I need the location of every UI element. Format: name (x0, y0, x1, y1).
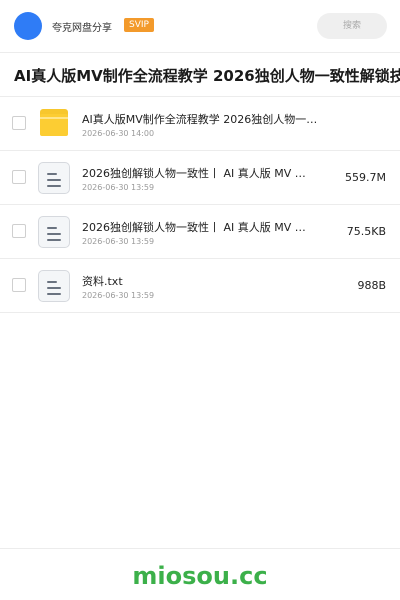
footer-divider (0, 548, 400, 549)
file-size: 988B (357, 279, 386, 292)
svip-badge: SVIP (124, 18, 154, 32)
file-row[interactable]: 资料.txt 2026-06-30 13:59 988B (0, 259, 400, 313)
file-row[interactable]: 2026独创解锁人物一致性丨 AI 真人版 MV … 2026-06-30 13… (0, 205, 400, 259)
account-name[interactable]: 夸克网盘分享 (52, 19, 112, 34)
file-date: 2026-06-30 13:59 (82, 237, 155, 246)
row-checkbox[interactable] (12, 170, 26, 184)
file-date: 2026-06-30 13:59 (82, 183, 155, 192)
document-icon (38, 162, 70, 194)
document-icon (38, 270, 70, 302)
file-date: 2026-06-30 13:59 (82, 291, 155, 300)
file-name[interactable]: 2026独创解锁人物一致性丨 AI 真人版 MV … (82, 219, 326, 235)
file-row[interactable]: AI真人版MV制作全流程教学 2026独创人物一致… 2026-06-30 14… (0, 97, 400, 151)
file-name[interactable]: 2026独创解锁人物一致性丨 AI 真人版 MV … (82, 165, 326, 181)
avatar[interactable] (14, 12, 42, 40)
file-list: AI真人版MV制作全流程教学 2026独创人物一致… 2026-06-30 14… (0, 97, 400, 313)
folder-icon (38, 108, 70, 140)
file-name[interactable]: AI真人版MV制作全流程教学 2026独创人物一致… (82, 111, 326, 127)
row-checkbox[interactable] (12, 116, 26, 130)
row-checkbox[interactable] (12, 278, 26, 292)
folder-title-bar: AI真人版MV制作全流程教学 2026独创人物一致性解锁技巧 (0, 53, 400, 97)
header: 夸克网盘分享 SVIP (0, 0, 400, 52)
document-icon (38, 216, 70, 248)
folder-title: AI真人版MV制作全流程教学 2026独创人物一致性解锁技巧 (14, 67, 400, 85)
file-size: 75.5KB (346, 225, 386, 238)
row-checkbox[interactable] (12, 224, 26, 238)
file-size: 559.7M (345, 171, 386, 184)
file-row[interactable]: 2026独创解锁人物一致性丨 AI 真人版 MV … 2026-06-30 13… (0, 151, 400, 205)
watermark: miosou.cc (132, 562, 268, 590)
file-name[interactable]: 资料.txt (82, 273, 326, 289)
file-date: 2026-06-30 14:00 (82, 129, 155, 138)
search-input[interactable] (317, 13, 387, 39)
